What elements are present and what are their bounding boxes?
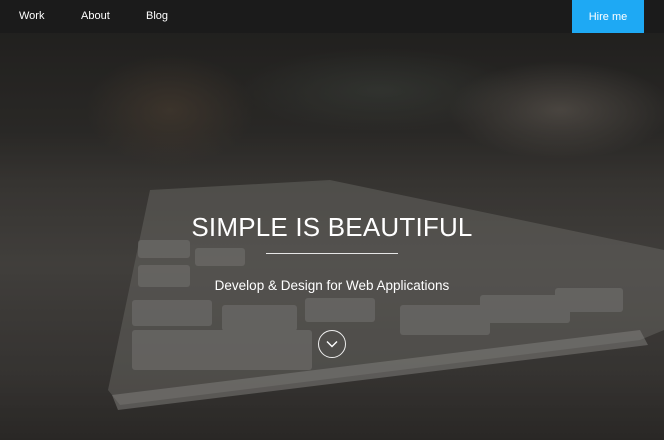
chevron-down-icon [326,341,338,348]
nav-blog[interactable]: Blog [146,10,168,22]
hero-title: SIMPLE IS BEAUTIFUL [191,212,473,242]
nav-about[interactable]: About [81,10,110,22]
title-divider [266,253,398,254]
hero-subtitle: Develop & Design for Web Applications [214,278,450,293]
hire-me-button[interactable]: Hire me [572,0,644,33]
scroll-down-button[interactable] [318,330,346,358]
top-nav: Work About Blog Hire me [0,0,664,33]
nav-work[interactable]: Work [19,10,44,22]
